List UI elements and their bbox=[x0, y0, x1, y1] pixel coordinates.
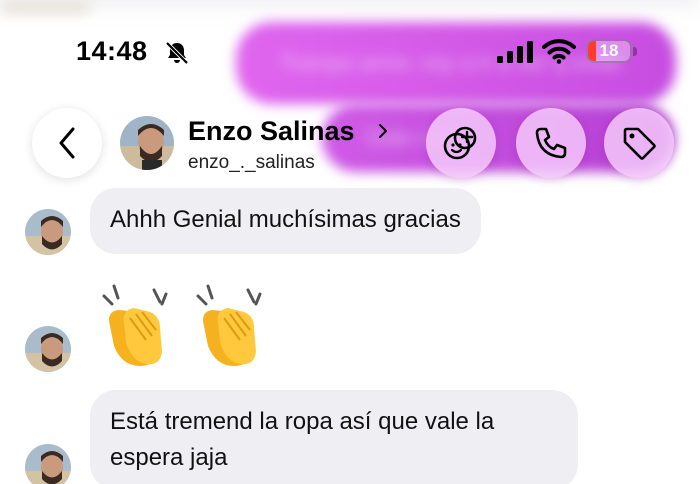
battery-cap bbox=[633, 47, 637, 56]
sender-avatar[interactable] bbox=[25, 444, 71, 484]
status-bar: 14:48 18 bbox=[0, 0, 700, 100]
battery-level: 18 bbox=[599, 41, 619, 60]
signal-icon bbox=[497, 41, 533, 63]
chevron-left-icon bbox=[59, 127, 75, 159]
wifi-icon bbox=[542, 39, 576, 64]
call-button[interactable] bbox=[516, 108, 586, 178]
sender-avatar[interactable] bbox=[25, 326, 71, 372]
status-time: 14:48 bbox=[76, 36, 148, 66]
effects-icon bbox=[443, 126, 477, 160]
battery-icon: 18 bbox=[586, 39, 632, 63]
tag-icon bbox=[623, 127, 656, 160]
received-message[interactable]: Está tremend la ropa así que vale la esp… bbox=[90, 390, 578, 484]
avatar[interactable] bbox=[120, 116, 174, 170]
contact-username[interactable]: enzo_._salinas bbox=[188, 152, 315, 174]
phone-icon bbox=[535, 127, 567, 159]
bell-slash-icon bbox=[165, 41, 189, 65]
tag-button[interactable] bbox=[604, 108, 674, 178]
clapping-hands-icon bbox=[102, 284, 168, 366]
clapping-hands-icon bbox=[196, 284, 262, 366]
chevron-right-icon[interactable] bbox=[376, 120, 392, 142]
contact-name[interactable]: Enzo Salinas bbox=[188, 116, 355, 147]
received-message[interactable]: Ahhh Genial muchísimas gracias bbox=[90, 188, 481, 254]
back-button[interactable] bbox=[32, 108, 102, 178]
effects-button[interactable] bbox=[426, 108, 496, 178]
emoji-message[interactable] bbox=[96, 282, 268, 372]
sender-avatar[interactable] bbox=[25, 209, 71, 255]
